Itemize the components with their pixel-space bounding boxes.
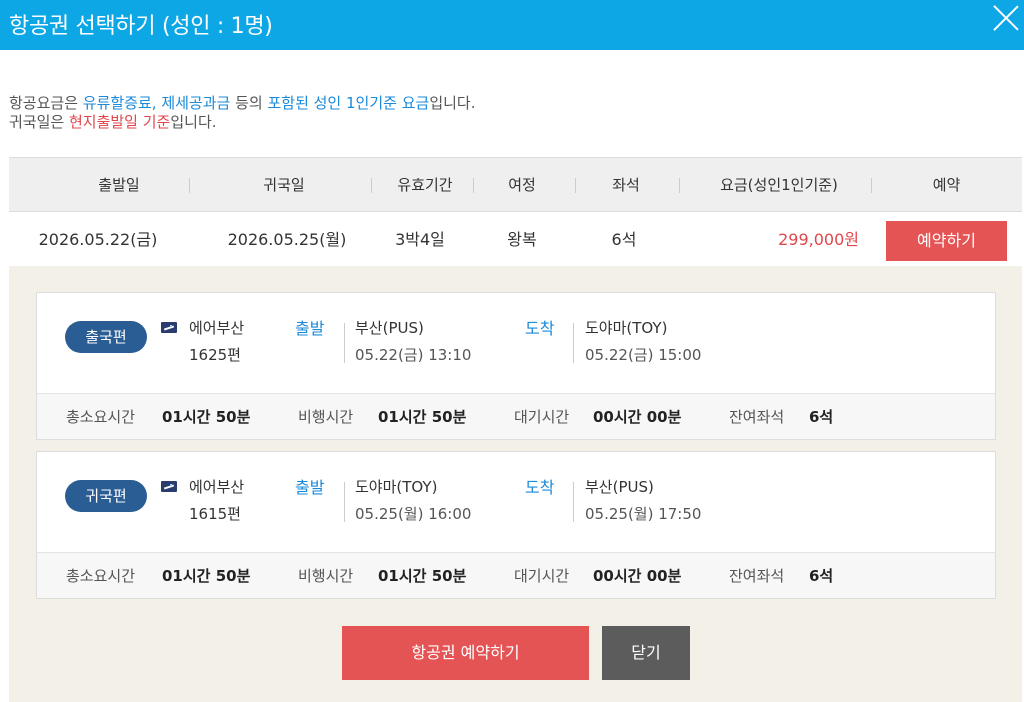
flight-info-bar: 총소요시간 01시간 50분 비행시간 01시간 50분 대기시간 00시간 0… — [37, 393, 995, 439]
leg-divider — [573, 482, 574, 522]
flight-summary: 귀국편 에어부산 1615편 출발 도야마(TOY) 05.25(월) 16:0… — [37, 452, 995, 552]
notice-line-1: 항공요금은 유류할증료, 제세공과금 등의 포함된 성인 1인기준 요금입니다. — [9, 94, 476, 113]
outbound-flight-card: 출국편 에어부산 1625편 출발 부산(PUS) 05.22(금) 13:10… — [36, 292, 996, 440]
column-divider — [871, 178, 872, 193]
cell-departure-date: 2026.05.22(금) — [38, 230, 158, 249]
book-ticket-button[interactable]: 항공권 예약하기 — [342, 626, 589, 680]
total-time-value: 01시간 50분 — [162, 408, 251, 426]
fare-table-header: 출발일 귀국일 유효기간 여정 좌석 요금(성인1인기준) 예약 — [9, 157, 1022, 212]
cell-itinerary: 왕복 — [507, 230, 537, 249]
flight-time-value: 01시간 50분 — [378, 567, 467, 585]
notice-line-2: 귀국일은 현지출발일 기준입니다. — [9, 113, 476, 132]
total-time-label: 총소요시간 — [66, 567, 136, 585]
flight-number: 1615편 — [189, 505, 241, 523]
column-header-return-date: 귀국일 — [263, 176, 305, 194]
column-divider — [679, 178, 680, 193]
arrive-city: 부산(PUS) — [585, 478, 654, 496]
leg-divider — [573, 323, 574, 363]
notice-highlight: 포함된 성인 1인기준 요금 — [267, 94, 430, 112]
notice-text: 등의 — [230, 94, 268, 112]
flight-summary: 출국편 에어부산 1625편 출발 부산(PUS) 05.22(금) 13:10… — [37, 293, 995, 393]
arrive-time: 05.22(금) 15:00 — [585, 346, 702, 364]
depart-city: 부산(PUS) — [355, 319, 424, 337]
depart-time: 05.22(금) 13:10 — [355, 346, 472, 364]
airline-logo-icon — [161, 481, 177, 492]
fare-notice: 항공요금은 유류할증료, 제세공과금 등의 포함된 성인 1인기준 요금입니다.… — [9, 94, 476, 132]
remaining-seats-value: 6석 — [809, 408, 834, 426]
notice-highlight: 유류할증료, 제세공과금 — [82, 94, 231, 112]
dialog-header: 항공권 선택하기 (성인 : 1명) — [0, 0, 1024, 50]
dialog-title: 항공권 선택하기 (성인 : 1명) — [9, 14, 273, 39]
leg-divider — [344, 323, 345, 363]
airline-logo-icon — [161, 322, 177, 333]
leg-divider — [344, 482, 345, 522]
flight-time-value: 01시간 50분 — [378, 408, 467, 426]
column-divider — [189, 178, 190, 193]
close-button[interactable]: 닫기 — [602, 626, 690, 680]
column-divider — [371, 178, 372, 193]
depart-time: 05.25(월) 16:00 — [355, 505, 472, 523]
depart-city: 도야마(TOY) — [355, 478, 438, 496]
outbound-badge: 출국편 — [65, 321, 147, 353]
arrive-label: 도착 — [525, 319, 555, 338]
return-badge: 귀국편 — [65, 480, 147, 512]
remaining-seats-value: 6석 — [809, 567, 834, 585]
column-divider — [473, 178, 474, 193]
notice-highlight-red: 현지출발일 기준 — [68, 113, 171, 131]
column-header-price: 요금(성인1인기준) — [720, 176, 838, 194]
wait-time-label: 대기시간 — [514, 408, 570, 426]
flight-number: 1625편 — [189, 346, 241, 364]
column-header-validity: 유효기간 — [397, 176, 453, 194]
depart-label: 출발 — [295, 478, 325, 497]
cell-price: 299,000원 — [778, 230, 859, 249]
flight-time-label: 비행시간 — [298, 567, 354, 585]
remaining-seats-label: 잔여좌석 — [729, 567, 785, 585]
remaining-seats-label: 잔여좌석 — [729, 408, 785, 426]
flight-info-bar: 총소요시간 01시간 50분 비행시간 01시간 50분 대기시간 00시간 0… — [37, 552, 995, 598]
column-divider — [575, 178, 576, 193]
depart-label: 출발 — [295, 319, 325, 338]
notice-text: 귀국일은 — [9, 113, 69, 131]
column-header-itinerary: 여정 — [508, 176, 536, 194]
return-flight-card: 귀국편 에어부산 1615편 출발 도야마(TOY) 05.25(월) 16:0… — [36, 451, 996, 599]
table-row: 2026.05.22(금) 2026.05.25(월) 3박4일 왕복 6석 2… — [9, 212, 1022, 267]
column-header-departure-date: 출발일 — [98, 176, 140, 194]
notice-text: 입니다. — [429, 94, 476, 112]
notice-text: 입니다. — [170, 113, 217, 131]
wait-time-label: 대기시간 — [514, 567, 570, 585]
fare-table: 출발일 귀국일 유효기간 여정 좌석 요금(성인1인기준) 예약 2026.05… — [9, 157, 1022, 267]
total-time-value: 01시간 50분 — [162, 567, 251, 585]
airline-name: 에어부산 — [189, 319, 245, 337]
close-icon[interactable] — [992, 4, 1020, 32]
cell-seats: 6석 — [611, 230, 637, 249]
wait-time-value: 00시간 00분 — [593, 408, 682, 426]
total-time-label: 총소요시간 — [66, 408, 136, 426]
column-header-seats: 좌석 — [612, 176, 640, 194]
arrive-label: 도착 — [525, 478, 555, 497]
notice-text: 항공요금은 — [9, 94, 83, 112]
airline-name: 에어부산 — [189, 478, 245, 496]
cell-validity: 3박4일 — [395, 230, 445, 249]
arrive-city: 도야마(TOY) — [585, 319, 668, 337]
column-header-reserve: 예약 — [932, 176, 961, 194]
arrive-time: 05.25(월) 17:50 — [585, 505, 702, 523]
flight-time-label: 비행시간 — [298, 408, 354, 426]
cell-return-date: 2026.05.25(월) — [227, 230, 347, 249]
reserve-button[interactable]: 예약하기 — [886, 221, 1007, 261]
flight-detail-panel: 출국편 에어부산 1625편 출발 부산(PUS) 05.22(금) 13:10… — [9, 266, 1022, 702]
wait-time-value: 00시간 00분 — [593, 567, 682, 585]
